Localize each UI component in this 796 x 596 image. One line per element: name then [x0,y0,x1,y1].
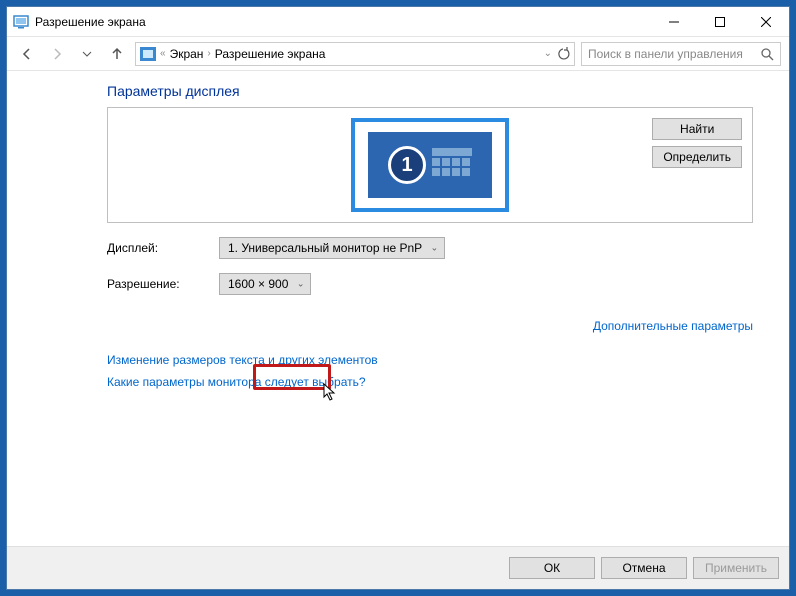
find-button[interactable]: Найти [652,118,742,140]
up-button[interactable] [105,42,129,66]
resolution-select[interactable]: 1600 × 900 ⌄ [219,273,311,295]
help-link[interactable]: Какие параметры монитора следует выбрать… [107,375,753,389]
resolution-row: Разрешение: 1600 × 900 ⌄ [107,273,753,295]
advanced-settings-link[interactable]: Дополнительные параметры [593,319,753,333]
annotation-arrow [0,437,257,517]
chevron-down-icon[interactable]: ⌄ [544,48,552,59]
window: Разрешение экрана « Эк [6,6,790,590]
breadcrumb-item[interactable]: Экран [170,47,204,61]
search-icon [760,47,774,61]
close-button[interactable] [743,7,789,36]
minimize-button[interactable] [651,7,697,36]
monitor-preview[interactable]: 1 [351,118,509,212]
display-select[interactable]: 1. Универсальный монитор не PnP ⌄ [219,237,445,259]
page-heading: Параметры дисплея [107,83,753,99]
titlebar: Разрешение экрана [7,7,789,37]
calendar-grid-icon [432,148,472,182]
display-value: 1. Универсальный монитор не PnP [228,241,422,255]
forward-button[interactable] [45,42,69,66]
maximize-button[interactable] [697,7,743,36]
display-preview-panel: 1 Найти Определить [107,107,753,223]
chevron-right-icon: › [207,48,210,59]
window-controls [651,7,789,36]
chevron-down-icon: ⌄ [297,279,305,290]
display-label: Дисплей: [107,241,219,255]
search-input[interactable]: Поиск в панели управления [581,42,781,66]
recent-dropdown[interactable] [75,42,99,66]
refresh-icon[interactable] [556,47,570,61]
detect-button[interactable]: Определить [652,146,742,168]
chevron-left-icon: « [160,48,166,59]
navbar: « Экран › Разрешение экрана ⌄ Поиск в па… [7,37,789,71]
display-row: Дисплей: 1. Универсальный монитор не PnP… [107,237,753,259]
address-bar[interactable]: « Экран › Разрешение экрана ⌄ [135,42,575,66]
breadcrumb-item[interactable]: Разрешение экрана [215,47,326,61]
resolution-label: Разрешение: [107,277,219,291]
apply-button[interactable]: Применить [693,557,779,579]
text-size-link[interactable]: Изменение размеров текста и других элеме… [107,353,753,367]
monitor-number-badge: 1 [388,146,426,184]
dialog-footer: ОК Отмена Применить [7,546,789,589]
content-area: Параметры дисплея 1 Найти Определить Дис… [7,71,789,546]
ok-button[interactable]: ОК [509,557,595,579]
back-button[interactable] [15,42,39,66]
window-title: Разрешение экрана [35,15,651,29]
control-panel-icon [140,47,156,61]
monitor-icon [13,14,29,30]
search-placeholder: Поиск в панели управления [588,47,760,61]
resolution-value: 1600 × 900 [228,277,288,291]
chevron-down-icon: ⌄ [431,243,439,254]
cancel-button[interactable]: Отмена [601,557,687,579]
